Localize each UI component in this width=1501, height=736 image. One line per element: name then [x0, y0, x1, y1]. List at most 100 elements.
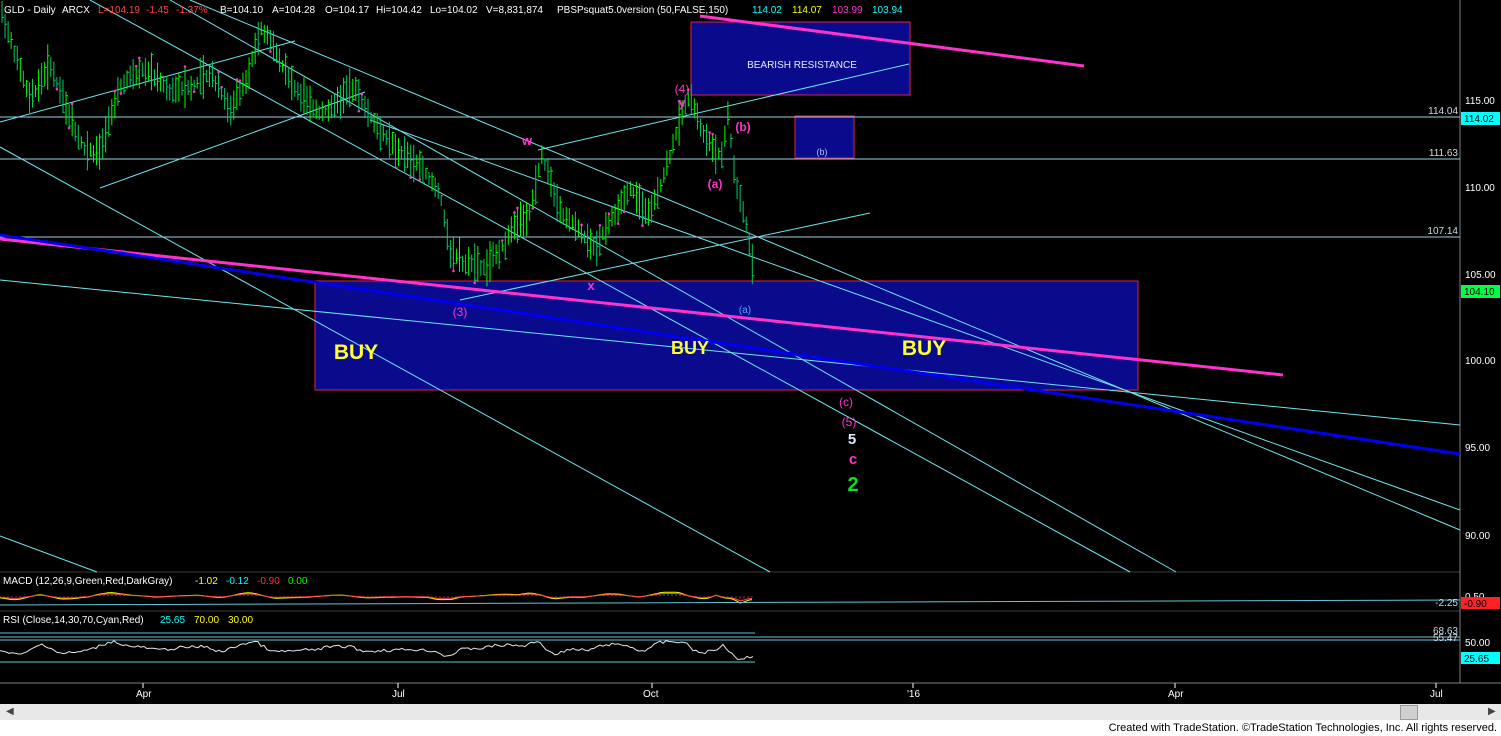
wave-label-4: (4) — [675, 82, 690, 96]
rsi-title: RSI (Close,14,30,70,Cyan,Red) — [3, 615, 144, 626]
macd-title: MACD (12,26,9,Green,Red,DarkGray) — [3, 576, 173, 587]
buy-label-2: BUY — [671, 338, 709, 358]
time-tick-oct: Oct — [643, 689, 659, 700]
macd-value-3: -0.90 — [257, 576, 280, 587]
pivot-marker — [360, 92, 364, 96]
scrollbar-thumb[interactable] — [1400, 705, 1418, 720]
scroll-right-arrow-icon[interactable]: ▶ — [1488, 706, 1496, 717]
pivot-marker — [70, 102, 74, 105]
pivot-marker — [500, 239, 504, 242]
pivot-marker — [217, 70, 220, 74]
time-tick-apr-2: Apr — [1168, 689, 1184, 700]
wave-label-5-paren: (5) — [842, 415, 857, 429]
pivot-marker — [473, 281, 477, 285]
bearish-resistance-zone — [690, 21, 911, 96]
header-open: O=104.17 — [325, 5, 370, 16]
macd-value-4: 0.00 — [288, 576, 308, 587]
pivot-marker — [134, 64, 138, 68]
pivot-marker — [607, 212, 611, 215]
price-tick-105: 105.00 — [1465, 270, 1496, 281]
pivot-marker — [711, 132, 714, 136]
price-tick-110: 110.00 — [1465, 183, 1495, 194]
rsi-value-1: 25.65 — [160, 615, 185, 626]
header-change-pct: -1.37% — [176, 5, 208, 16]
price-tag-level: 114.02 — [1464, 114, 1494, 125]
rsi-axis-label-3: 50.00 — [1465, 638, 1490, 649]
buy-label-1: BUY — [334, 341, 378, 364]
pivot-marker — [183, 65, 187, 68]
rsi-value-3: 30.00 — [228, 615, 253, 626]
level-label-114-04: 114.04 — [1428, 106, 1458, 117]
wave-label-a: (a) — [708, 177, 723, 191]
price-tick-100: 100.00 — [1465, 356, 1496, 367]
time-tick-jul-2: Jul — [1430, 689, 1443, 700]
rsi-value-2: 70.00 — [194, 615, 219, 626]
wave-label-a-small: (a) — [739, 305, 751, 316]
pivot-marker — [269, 50, 272, 53]
wave-label-b: (b) — [735, 120, 750, 134]
level-label-107-14: 107.14 — [1427, 226, 1458, 237]
rsi-axis-label-2: 55.47 — [1433, 633, 1458, 644]
pivot-marker — [708, 131, 711, 134]
pivot-marker — [55, 87, 59, 91]
header-bid: B=104.10 — [220, 5, 264, 16]
wave-label-c-paren: (c) — [839, 395, 853, 409]
chart-header: GLD - Daily ARCX L=104.19 -1.45 -1.37% B… — [4, 5, 903, 16]
pivot-marker — [220, 85, 223, 89]
pivot-marker — [513, 211, 516, 214]
level-label-111-63: 111.63 — [1429, 148, 1459, 159]
wave-label-5: 5 — [848, 431, 856, 448]
buy-label-3: BUY — [902, 337, 946, 360]
macd-value-1: -1.02 — [195, 576, 218, 587]
scroll-left-arrow-icon[interactable]: ◀ — [6, 706, 14, 717]
pivot-marker — [119, 92, 123, 95]
macd-header: MACD (12,26,9,Green,Red,DarkGray) -1.02 … — [3, 576, 308, 587]
header-high: Hi=104.42 — [376, 5, 422, 16]
header-symbol: GLD - Daily — [4, 5, 56, 16]
wave-label-y: y — [678, 95, 686, 110]
pivot-marker — [531, 207, 534, 210]
pivot-marker — [622, 210, 626, 214]
time-tick-16: '16 — [907, 689, 920, 700]
time-tick-jul: Jul — [392, 689, 405, 700]
pivot-marker — [357, 109, 361, 113]
macd-tag: -0.90 — [1464, 599, 1487, 610]
macd-value-2: -0.12 — [226, 576, 249, 587]
pivot-marker — [409, 176, 413, 179]
pivot-marker — [67, 126, 71, 130]
header-low: Lo=104.02 — [430, 5, 478, 16]
wave-label-w: w — [521, 133, 533, 148]
wave-label-c: c — [849, 451, 857, 468]
header-volume: V=8,831,874 — [486, 5, 543, 16]
header-ind-value-2: 114.07 — [792, 5, 822, 16]
footer-credit: Created with TradeStation. ©TradeStation… — [1108, 722, 1497, 734]
rsi-tag: 25.65 — [1464, 654, 1489, 665]
pivot-marker — [113, 89, 117, 93]
pivot-marker — [192, 90, 196, 94]
bearish-resistance-label: BEARISH RESISTANCE — [747, 60, 857, 71]
pivot-marker — [137, 56, 141, 60]
header-last: L=104.19 — [98, 5, 140, 16]
buy-zone — [314, 280, 1139, 391]
header-change: -1.45 — [146, 5, 169, 16]
pivot-marker — [452, 269, 455, 273]
header-ask: A=104.28 — [272, 5, 316, 16]
pivot-marker — [238, 79, 242, 82]
price-tick-95: 95.00 — [1465, 443, 1490, 454]
wave-label-3: (3) — [453, 305, 468, 319]
wave-label-2: 2 — [847, 474, 858, 496]
chart-canvas: 114.04 111.63 107.14 BEARISH RESISTANCE … — [0, 0, 1501, 736]
pivot-marker — [235, 78, 239, 81]
header-ind-value-1: 114.02 — [752, 5, 782, 16]
header-ind-value-4: 103.94 — [872, 5, 903, 16]
time-tick-apr: Apr — [136, 689, 152, 700]
header-ind-value-3: 103.99 — [832, 5, 863, 16]
macd-axis-label-2: -2.25 — [1435, 598, 1458, 609]
pivot-marker — [641, 224, 644, 227]
pivot-marker — [598, 224, 602, 227]
rsi-header: RSI (Close,14,30,70,Cyan,Red) 25.65 70.0… — [3, 615, 253, 626]
price-tag-current: 104.10 — [1464, 287, 1495, 298]
header-exchange: ARCX — [62, 5, 90, 16]
price-tick-90: 90.00 — [1465, 531, 1490, 542]
horizontal-scrollbar[interactable] — [0, 704, 1501, 720]
